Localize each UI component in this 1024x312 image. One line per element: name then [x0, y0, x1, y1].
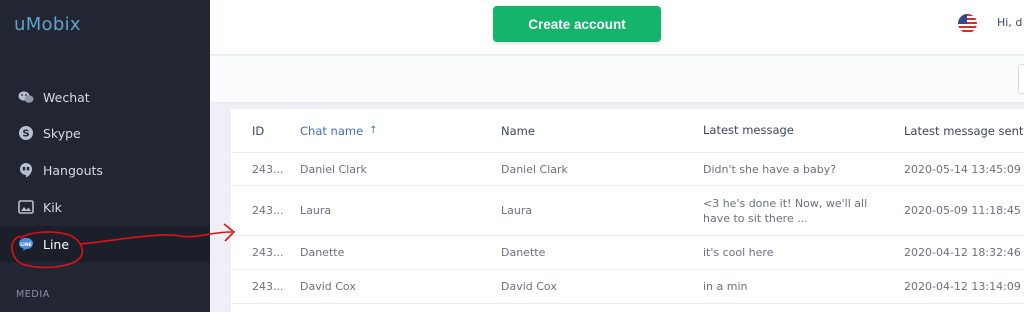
create-account-button[interactable]: Create account — [493, 6, 661, 42]
sort-ascending-icon: ↑ — [369, 125, 378, 136]
cell-id: 243... — [252, 204, 284, 217]
table-header-row: ID Chat name ↑ Name Latest message Lates… — [231, 109, 1024, 153]
us-flag-icon[interactable] — [958, 14, 977, 33]
cell-id: 243... — [252, 162, 284, 176]
cell-chat-name: David Cox — [300, 280, 356, 293]
cell-latest-message: it's cool here — [703, 246, 774, 259]
sidebar-item-label: Skype — [43, 125, 81, 141]
sidebar-item-wechat[interactable]: Wechat — [0, 79, 210, 115]
column-header-latest-message[interactable]: Latest message — [703, 109, 883, 152]
cell-latest-message-sent: 2020-05-14 13:45:09 — [904, 162, 1021, 176]
table-row[interactable]: 243... Daniel Clark Daniel Clark Didn't … — [231, 153, 1024, 186]
skype-icon: S — [17, 124, 35, 142]
cell-latest-message-sent: 2020-04-12 13:14:09 — [904, 280, 1021, 293]
column-header-id[interactable]: ID — [252, 109, 302, 152]
filter-input[interactable] — [1018, 64, 1024, 94]
table-row[interactable]: 243... David Cox David Cox in a min 2020… — [231, 270, 1024, 304]
svg-text:S: S — [22, 129, 29, 140]
sidebar-section-label: MEDIA — [16, 289, 50, 300]
cell-chat-name: Laura — [300, 204, 332, 217]
app-logo[interactable]: uMobix — [14, 14, 81, 35]
cell-name: Daniel Clark — [501, 162, 568, 176]
cell-latest-message: in a min — [703, 280, 748, 293]
top-bar: Create account Hi, d — [210, 0, 1024, 55]
cell-name: David Cox — [501, 280, 557, 293]
cell-chat-name: Daniel Clark — [300, 162, 367, 176]
sidebar-item-line[interactable]: LINE Line — [0, 226, 210, 262]
table-row[interactable]: 243... Danette Danette it's cool here 20… — [231, 236, 1024, 270]
cell-chat-name: Danette — [300, 246, 345, 259]
filter-toolbar — [210, 56, 1024, 103]
sidebar: uMobix Wechat S Skype Hangouts Kik LINE … — [0, 0, 210, 312]
wechat-icon — [17, 88, 35, 106]
hangouts-icon — [17, 161, 35, 179]
sidebar-item-hangouts[interactable]: Hangouts — [0, 152, 210, 188]
table-row[interactable]: 243... Laura Laura <3 he's done it! Now,… — [231, 186, 1024, 236]
app-root: uMobix Wechat S Skype Hangouts Kik LINE … — [0, 0, 1024, 312]
sidebar-item-skype[interactable]: S Skype — [0, 115, 210, 151]
sidebar-item-label: Wechat — [43, 89, 90, 105]
kik-icon — [17, 198, 35, 216]
sidebar-item-label: Kik — [43, 199, 62, 215]
sidebar-item-label: Line — [43, 236, 70, 252]
column-header-name[interactable]: Name — [501, 109, 691, 152]
cell-latest-message: <3 he's done it! Now, we'll all have to … — [703, 196, 868, 225]
line-icon: LINE — [17, 235, 35, 253]
cell-id: 243... — [252, 246, 284, 259]
column-header-chat-name[interactable]: Chat name ↑ — [300, 109, 490, 152]
column-header-latest-message-sent[interactable]: Latest message sent — [904, 109, 1024, 152]
cell-latest-message: Didn't she have a baby? — [703, 162, 837, 176]
cell-name: Danette — [501, 246, 546, 259]
sidebar-item-kik[interactable]: Kik — [0, 189, 210, 225]
sidebar-item-label: Hangouts — [43, 162, 103, 178]
svg-text:LINE: LINE — [20, 241, 31, 247]
cell-name: Laura — [501, 204, 533, 217]
cell-id: 243... — [252, 280, 284, 293]
cell-latest-message-sent: 2020-05-09 11:18:45 — [904, 204, 1021, 217]
chats-table: ID Chat name ↑ Name Latest message Lates… — [231, 109, 1024, 312]
cell-latest-message-sent: 2020-04-12 18:32:46 — [904, 246, 1021, 259]
user-greeting[interactable]: Hi, d — [997, 16, 1022, 29]
